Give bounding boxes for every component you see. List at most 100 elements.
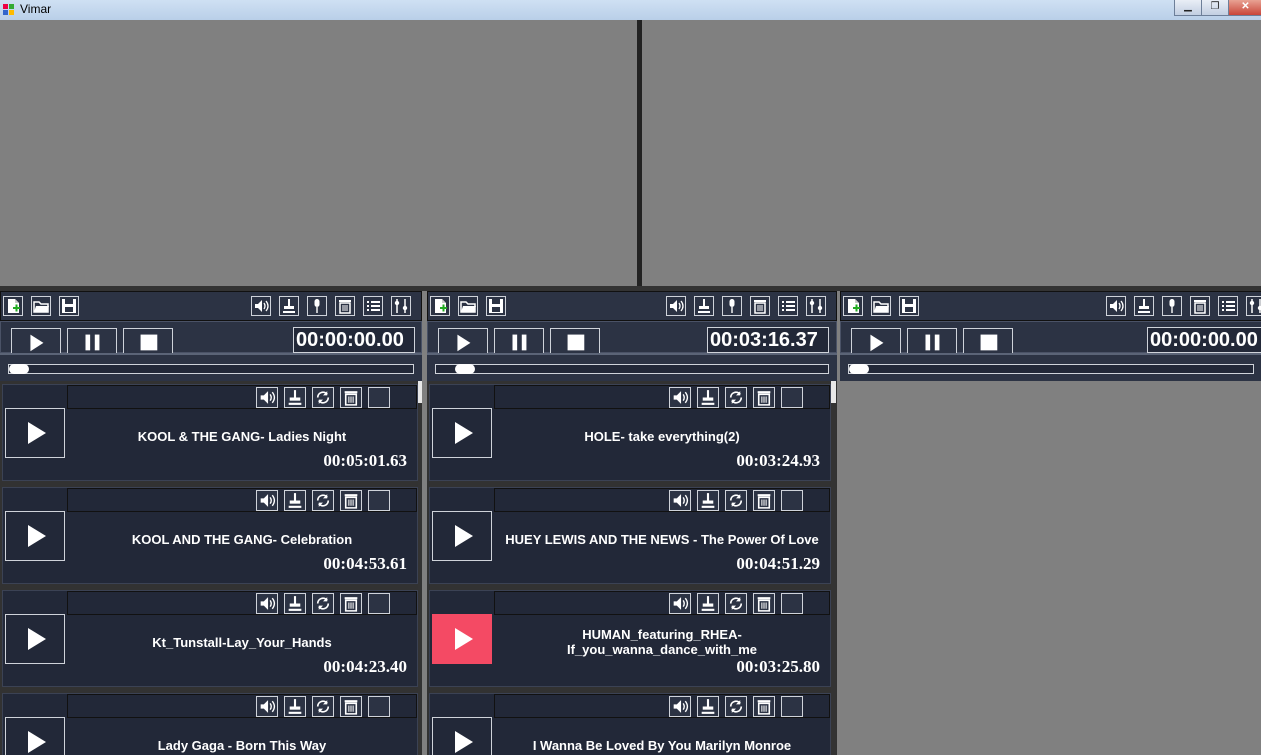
trash-button[interactable]	[340, 593, 362, 614]
trash-button[interactable]	[340, 490, 362, 511]
seek-thumb[interactable]	[9, 364, 29, 374]
trash-button[interactable]	[1190, 296, 1210, 316]
trash-button[interactable]	[335, 296, 355, 316]
playlist-item[interactable]: KOOL AND THE GANG- Celebration 00:04:53.6…	[2, 487, 418, 584]
volume-button[interactable]	[256, 387, 278, 408]
playlist-item[interactable]: HUMAN_featuring_RHEA- If_you_wanna_dance…	[429, 590, 831, 687]
repeat-button[interactable]	[725, 490, 747, 511]
scrollbar-thumb[interactable]	[418, 381, 422, 403]
repeat-button[interactable]	[725, 593, 747, 614]
settings-button[interactable]	[806, 296, 826, 316]
fader-button[interactable]	[697, 696, 719, 717]
microphone-button[interactable]	[1162, 296, 1182, 316]
item-play-button[interactable]	[5, 614, 65, 664]
new-playlist-button[interactable]	[430, 296, 450, 316]
item-play-button[interactable]	[5, 717, 65, 755]
item-select-checkbox[interactable]	[781, 593, 803, 614]
pause-button[interactable]	[494, 328, 544, 356]
trash-button[interactable]	[753, 387, 775, 408]
trash-button[interactable]	[753, 593, 775, 614]
fader-button[interactable]	[284, 696, 306, 717]
open-folder-button[interactable]	[871, 296, 891, 316]
repeat-button[interactable]	[312, 490, 334, 511]
stop-button[interactable]	[550, 328, 600, 356]
close-button[interactable]: ✕	[1228, 0, 1261, 16]
repeat-button[interactable]	[312, 387, 334, 408]
fader-button[interactable]	[697, 387, 719, 408]
play-button[interactable]	[851, 328, 901, 356]
seek-thumb[interactable]	[454, 364, 475, 374]
play-button[interactable]	[438, 328, 488, 356]
trash-button[interactable]	[340, 696, 362, 717]
item-play-button[interactable]	[432, 614, 492, 664]
item-select-checkbox[interactable]	[781, 387, 803, 408]
pause-button[interactable]	[907, 328, 957, 356]
playlist-item[interactable]: I Wanna Be Loved By You Marilyn Monroe	[429, 693, 831, 755]
fader-button[interactable]	[284, 593, 306, 614]
save-button[interactable]	[899, 296, 919, 316]
fader-button[interactable]	[284, 490, 306, 511]
volume-button[interactable]	[669, 696, 691, 717]
volume-button[interactable]	[1106, 296, 1126, 316]
item-play-button[interactable]	[432, 717, 492, 755]
microphone-button[interactable]	[307, 296, 327, 316]
fader-button[interactable]	[694, 296, 714, 316]
item-select-checkbox[interactable]	[368, 387, 390, 408]
playlist-item[interactable]: HOLE- take everything(2) 00:03:24.93	[429, 384, 831, 481]
repeat-button[interactable]	[312, 696, 334, 717]
seek-track[interactable]	[435, 364, 829, 374]
volume-button[interactable]	[251, 296, 271, 316]
repeat-button[interactable]	[725, 387, 747, 408]
new-playlist-button[interactable]	[843, 296, 863, 316]
list-button[interactable]	[778, 296, 798, 316]
pause-button[interactable]	[67, 328, 117, 356]
item-play-button[interactable]	[5, 408, 65, 458]
repeat-button[interactable]	[725, 696, 747, 717]
volume-button[interactable]	[669, 490, 691, 511]
item-select-checkbox[interactable]	[781, 490, 803, 511]
seek-thumb[interactable]	[849, 364, 869, 374]
open-folder-button[interactable]	[458, 296, 478, 316]
scrollbar-thumb[interactable]	[831, 381, 836, 403]
settings-button[interactable]	[1246, 296, 1261, 316]
fader-button[interactable]	[697, 490, 719, 511]
list-button[interactable]	[363, 296, 383, 316]
volume-button[interactable]	[669, 593, 691, 614]
item-select-checkbox[interactable]	[368, 593, 390, 614]
save-button[interactable]	[59, 296, 79, 316]
item-play-button[interactable]	[5, 511, 65, 561]
settings-button[interactable]	[391, 296, 411, 316]
playlist-item[interactable]: Lady Gaga - Born This Way	[2, 693, 418, 755]
playlist-scrollbar[interactable]	[418, 381, 422, 755]
stop-button[interactable]	[963, 328, 1013, 356]
maximize-button[interactable]: ❐	[1201, 0, 1229, 16]
minimize-button[interactable]: ▁	[1174, 0, 1202, 16]
item-play-button[interactable]	[432, 511, 492, 561]
new-playlist-button[interactable]	[3, 296, 23, 316]
repeat-button[interactable]	[312, 593, 334, 614]
save-button[interactable]	[486, 296, 506, 316]
microphone-button[interactable]	[722, 296, 742, 316]
stop-button[interactable]	[123, 328, 173, 356]
trash-button[interactable]	[750, 296, 770, 316]
fader-button[interactable]	[284, 387, 306, 408]
item-select-checkbox[interactable]	[368, 696, 390, 717]
playlist-item[interactable]: Kt_Tunstall-Lay_Your_Hands 00:04:23.40	[2, 590, 418, 687]
open-folder-button[interactable]	[31, 296, 51, 316]
play-button[interactable]	[11, 328, 61, 356]
playlist-scrollbar[interactable]	[831, 381, 836, 755]
volume-button[interactable]	[256, 490, 278, 511]
list-button[interactable]	[1218, 296, 1238, 316]
trash-button[interactable]	[340, 387, 362, 408]
playlist-item[interactable]: KOOL & THE GANG- Ladies Night 00:05:01.63	[2, 384, 418, 481]
trash-button[interactable]	[753, 490, 775, 511]
volume-button[interactable]	[256, 593, 278, 614]
seek-track[interactable]	[8, 364, 414, 374]
item-select-checkbox[interactable]	[368, 490, 390, 511]
item-select-checkbox[interactable]	[781, 696, 803, 717]
item-play-button[interactable]	[432, 408, 492, 458]
volume-button[interactable]	[256, 696, 278, 717]
volume-button[interactable]	[669, 387, 691, 408]
trash-button[interactable]	[753, 696, 775, 717]
fader-button[interactable]	[697, 593, 719, 614]
